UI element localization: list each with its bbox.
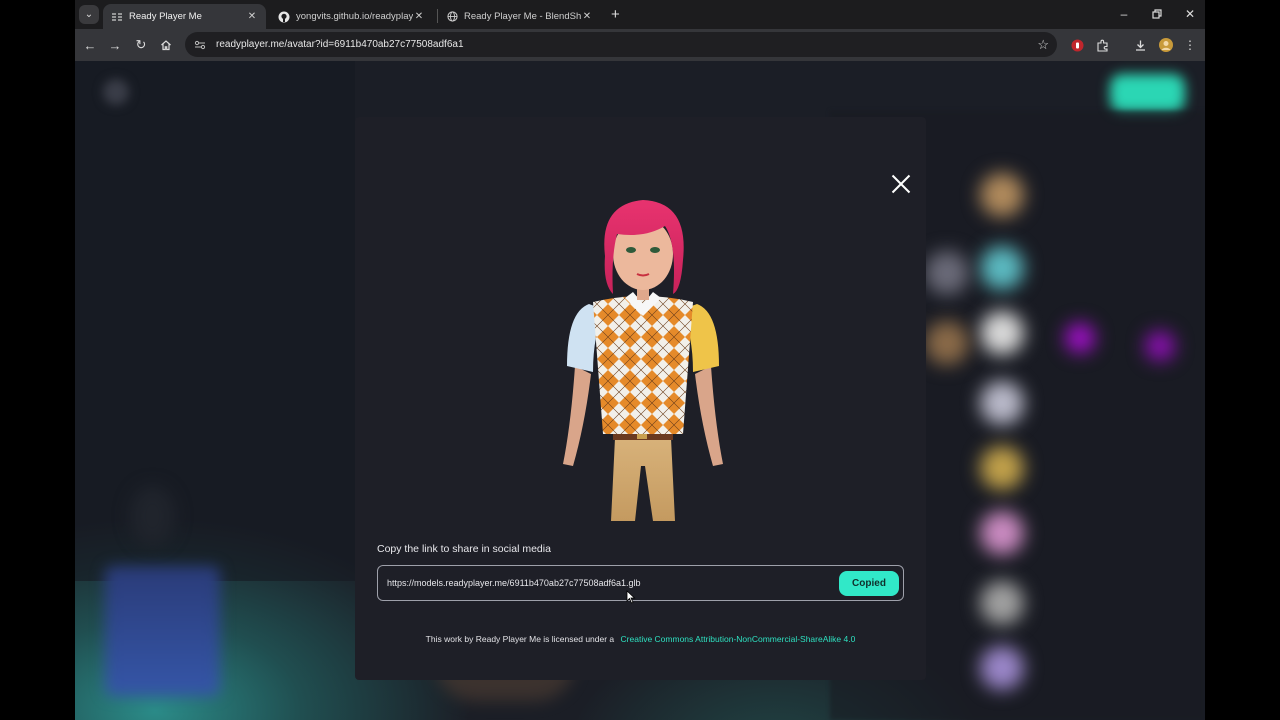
extensions-puzzle-icon[interactable] bbox=[1094, 37, 1110, 53]
chevron-down-icon: ⌄ bbox=[84, 9, 94, 20]
tab-ready-player-me[interactable]: Ready Player Me ✕ bbox=[103, 4, 266, 29]
avatar-preview-image bbox=[563, 200, 723, 521]
blurred-hair-tile bbox=[980, 581, 1024, 625]
ready-player-me-icon bbox=[111, 11, 123, 23]
forward-icon[interactable]: → bbox=[106, 36, 124, 54]
share-link-field[interactable]: https://models.readyplayer.me/6911b470ab… bbox=[377, 565, 904, 601]
close-tab-icon[interactable]: ✕ bbox=[413, 11, 425, 22]
blurred-hair-tile bbox=[980, 446, 1024, 490]
url-text: readyplayer.me/avatar?id=6911b470ab27c77… bbox=[216, 39, 464, 50]
license-link[interactable]: Creative Commons Attribution-NonCommerci… bbox=[621, 634, 856, 644]
blurred-hair-tile bbox=[980, 173, 1024, 217]
globe-icon bbox=[446, 11, 458, 23]
profile-avatar[interactable] bbox=[1158, 37, 1174, 53]
github-icon bbox=[278, 11, 290, 23]
home-icon[interactable] bbox=[157, 36, 175, 54]
new-tab-icon[interactable]: + bbox=[611, 6, 620, 23]
blurred-menu-button bbox=[103, 79, 129, 105]
blurred-hair-tile bbox=[980, 511, 1024, 555]
tab-github[interactable]: yongvits.github.io/readyplayer/ ✕ bbox=[270, 4, 433, 29]
blurred-hair-tile bbox=[980, 246, 1024, 290]
blurred-color-dot bbox=[1065, 323, 1095, 353]
minimize-icon[interactable]: – bbox=[1109, 4, 1139, 24]
back-icon[interactable]: ← bbox=[81, 36, 99, 54]
tab-title: Ready Player Me bbox=[129, 11, 202, 22]
blurred-background-sidebar bbox=[75, 61, 355, 581]
close-tab-icon[interactable]: ✕ bbox=[581, 11, 593, 22]
blurred-avatar-card bbox=[105, 566, 220, 696]
browser-toolbar: ← → ↻ readyplayer.me/avatar?id=6911b470a… bbox=[75, 29, 1205, 61]
tab-title: yongvits.github.io/readyplayer/ bbox=[296, 11, 413, 22]
share-avatar-modal: Copy the link to share in social media h… bbox=[355, 117, 926, 680]
share-instruction-label: Copy the link to share in social media bbox=[377, 543, 551, 555]
blurred-accent-button bbox=[1110, 74, 1185, 112]
tab-blendshape[interactable]: Ready Player Me - BlendShape ✕ bbox=[438, 4, 601, 29]
blurred-color-dot bbox=[1145, 331, 1175, 361]
mouse-cursor-icon bbox=[626, 590, 636, 604]
bookmark-star-icon[interactable]: ☆ bbox=[1037, 37, 1049, 53]
tab-strip: ⌄ Ready Player Me ✕ yongvits.github.io/r… bbox=[75, 0, 1205, 29]
browser-menu-icon[interactable]: ⋮ bbox=[1182, 37, 1198, 53]
blurred-hair-tile bbox=[925, 251, 969, 295]
site-settings-icon[interactable] bbox=[193, 38, 207, 52]
blurred-avatar-head bbox=[130, 486, 175, 546]
download-icon[interactable] bbox=[1132, 37, 1148, 53]
tab-search-button[interactable]: ⌄ bbox=[79, 5, 99, 24]
blurred-hair-tile bbox=[925, 321, 969, 365]
share-link-text[interactable]: https://models.readyplayer.me/6911b470ab… bbox=[387, 578, 839, 588]
blurred-hair-tile bbox=[980, 646, 1024, 690]
page-viewport: Copy the link to share in social media h… bbox=[75, 61, 1205, 720]
license-notice: This work by Ready Player Me is licensed… bbox=[355, 634, 926, 644]
blurred-hair-tile bbox=[980, 311, 1024, 355]
close-window-icon[interactable]: ✕ bbox=[1175, 4, 1205, 24]
extension-red-icon[interactable] bbox=[1069, 37, 1085, 53]
restore-icon[interactable] bbox=[1142, 4, 1172, 24]
address-bar[interactable]: readyplayer.me/avatar?id=6911b470ab27c77… bbox=[185, 32, 1057, 57]
copy-link-button[interactable]: Copied bbox=[839, 570, 899, 596]
close-tab-icon[interactable]: ✕ bbox=[246, 11, 258, 22]
tab-title: Ready Player Me - BlendShape bbox=[464, 11, 581, 22]
blurred-hair-tile bbox=[980, 381, 1024, 425]
browser-window: ⌄ Ready Player Me ✕ yongvits.github.io/r… bbox=[75, 0, 1205, 720]
reload-icon[interactable]: ↻ bbox=[132, 36, 150, 54]
close-icon[interactable] bbox=[891, 174, 911, 194]
license-text: This work by Ready Player Me is licensed… bbox=[425, 634, 615, 644]
